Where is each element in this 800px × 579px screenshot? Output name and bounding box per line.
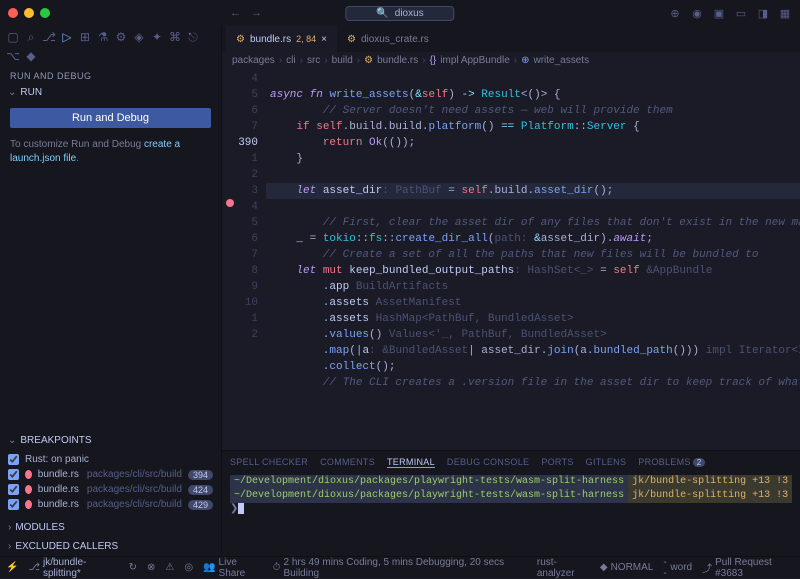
tab-ports[interactable]: PORTS: [541, 457, 573, 467]
rust-file-icon: ⚙: [236, 34, 245, 45]
live-share[interactable]: 👥 Live Share: [203, 557, 263, 579]
sidebar-icon[interactable]: ◨: [756, 6, 770, 20]
gitlens-icon[interactable]: ◈: [132, 30, 146, 45]
wakatime[interactable]: ⏱ 2 hrs 49 mins Coding, 5 mins Debugging…: [273, 557, 527, 579]
activity-bar: ▢ ⌕ ⎇ ▷ ⊞ ⚗ ⚙ ◈ ✦ ⌘ ⎋ ⌥ ◆: [0, 26, 221, 67]
view-title: RUN AND DEBUG: [0, 67, 221, 83]
command-center[interactable]: 🔍 dioxus: [345, 6, 454, 21]
excluded-section[interactable]: EXCLUDED CALLERS: [0, 537, 221, 556]
breakpoint-item[interactable]: bundle.rs packages/cli/src/build 429: [8, 497, 213, 512]
search-icon: 🔍: [376, 8, 388, 19]
tab-bar: ⚙ bundle.rs 2, 84 × ⚙ dioxus_crate.rs ⇄ …: [222, 26, 800, 52]
close-window[interactable]: [8, 8, 18, 18]
breakpoints-section[interactable]: BREAKPOINTS: [0, 431, 221, 450]
vim-mode[interactable]: ◆ NORMAL: [600, 557, 654, 579]
breakpoint-item[interactable]: bundle.rs packages/cli/src/build 394: [8, 467, 213, 482]
breakpoint-dot-icon: [25, 500, 32, 509]
sidebar: ▢ ⌕ ⎇ ▷ ⊞ ⚗ ⚙ ◈ ✦ ⌘ ⎋ ⌥ ◆ RUN AND DEBUG …: [0, 26, 222, 556]
tab-gitlens[interactable]: GITLENS: [586, 457, 627, 467]
tab-dioxus-crate[interactable]: ⚙ dioxus_crate.rs: [337, 26, 439, 52]
minimize-window[interactable]: [24, 8, 34, 18]
breadcrumb[interactable]: packages› cli› src› build› ⚙bundle.rs› {…: [222, 52, 800, 69]
branch-indicator[interactable]: ⎇ jk/bundle-splitting*: [28, 557, 118, 579]
breakpoint-dot-icon: [25, 485, 32, 494]
errors-icon[interactable]: ⊗: [147, 562, 155, 573]
title-bar: ← → 🔍 dioxus ⊕ ◉ ▣ ▭ ◨ ▦: [0, 0, 800, 26]
test-icon[interactable]: ⚗: [96, 30, 110, 45]
history-nav: ← →: [230, 7, 262, 19]
breakpoint-item[interactable]: bundle.rs packages/cli/src/build 424: [8, 482, 213, 497]
pull-request[interactable]: ⤴ Pull Request #3683: [702, 557, 794, 579]
misc3-icon[interactable]: ⎋: [186, 30, 200, 45]
accounts-icon[interactable]: ◉: [690, 6, 704, 20]
bp-checkbox[interactable]: [8, 499, 19, 510]
terminal[interactable]: ~/Development/dioxus/packages/playwright…: [222, 473, 800, 556]
terminal-cursor: [238, 503, 244, 514]
search-text: dioxus: [395, 8, 424, 19]
scm-icon[interactable]: ⎇: [42, 30, 56, 45]
window-controls: [8, 8, 50, 18]
close-tab-icon[interactable]: ×: [321, 34, 327, 45]
launch-hint: To customize Run and Debug create a laun…: [0, 134, 221, 170]
sync-icon[interactable]: ↻: [129, 562, 137, 573]
tab-debug-console[interactable]: DEBUG CONSOLE: [447, 457, 529, 467]
breakpoint-dot-icon: [25, 470, 32, 479]
explorer-icon[interactable]: ▢: [6, 30, 20, 45]
bp-checkbox[interactable]: [8, 454, 19, 465]
tab-comments[interactable]: COMMENTS: [320, 457, 375, 467]
breakpoint-rust-panic[interactable]: Rust: on panic: [8, 452, 213, 467]
breakpoint-glyph[interactable]: [226, 199, 234, 207]
rust-analyzer[interactable]: rust-analyzer: [537, 557, 590, 579]
bp-checkbox[interactable]: [8, 484, 19, 495]
radio-icon[interactable]: ◎: [184, 562, 193, 573]
search-icon[interactable]: ⌕: [24, 30, 38, 45]
rust-file-icon: ⚙: [347, 34, 356, 45]
code-content[interactable]: async fn write_assets(&self) -> Result<(…: [266, 69, 800, 450]
run-debug-button[interactable]: Run and Debug: [10, 108, 211, 128]
line-gutter: 4 5 6 7 390 1 2 3 4 5 6 7 8 9 10 1 2: [222, 69, 266, 450]
extensions-icon[interactable]: ⊞: [78, 30, 92, 45]
forward-arrow-icon[interactable]: →: [251, 7, 262, 19]
tab-spellchecker[interactable]: SPELL CHECKER: [230, 457, 308, 467]
panel-icon[interactable]: ▭: [734, 6, 748, 20]
warnings-icon[interactable]: ⚠: [165, 562, 174, 573]
remote-indicator[interactable]: ⚡: [6, 562, 18, 573]
maximize-window[interactable]: [40, 8, 50, 18]
back-arrow-icon[interactable]: ←: [230, 7, 241, 19]
editor[interactable]: 4 5 6 7 390 1 2 3 4 5 6 7 8 9 10 1 2 asy: [222, 69, 800, 450]
tab-bundle[interactable]: ⚙ bundle.rs 2, 84 ×: [226, 26, 337, 52]
misc5-icon[interactable]: ◆: [24, 49, 38, 63]
misc-icon[interactable]: ✦: [150, 30, 164, 45]
modules-section[interactable]: MODULES: [0, 518, 221, 537]
tab-problems[interactable]: PROBLEMS2: [638, 457, 705, 467]
panel-tabs: SPELL CHECKER COMMENTS TERMINAL DEBUG CO…: [222, 451, 800, 473]
status-bar: ⚡ ⎇ jk/bundle-splitting* ↻ ⊗ ⚠ ◎ 👥 Live …: [0, 556, 800, 578]
misc4-icon[interactable]: ⌥: [6, 49, 20, 63]
misc2-icon[interactable]: ⌘: [168, 30, 182, 45]
bottom-panel: SPELL CHECKER COMMENTS TERMINAL DEBUG CO…: [222, 450, 800, 556]
word-indicator[interactable]: -- word: [663, 557, 692, 579]
copilot-icon[interactable]: ⊕: [668, 6, 682, 20]
run-debug-icon[interactable]: ▷: [60, 30, 74, 45]
editor-group: ⚙ bundle.rs 2, 84 × ⚙ dioxus_crate.rs ⇄ …: [222, 26, 800, 556]
breakpoint-list: Rust: on panic bundle.rs packages/cli/sr…: [0, 450, 221, 518]
layout-icon[interactable]: ▣: [712, 6, 726, 20]
run-section[interactable]: RUN: [0, 83, 221, 102]
remote-icon[interactable]: ⚙: [114, 30, 128, 45]
customize-icon[interactable]: ▦: [778, 6, 792, 20]
bp-checkbox[interactable]: [8, 469, 19, 480]
tab-terminal[interactable]: TERMINAL: [387, 457, 435, 468]
